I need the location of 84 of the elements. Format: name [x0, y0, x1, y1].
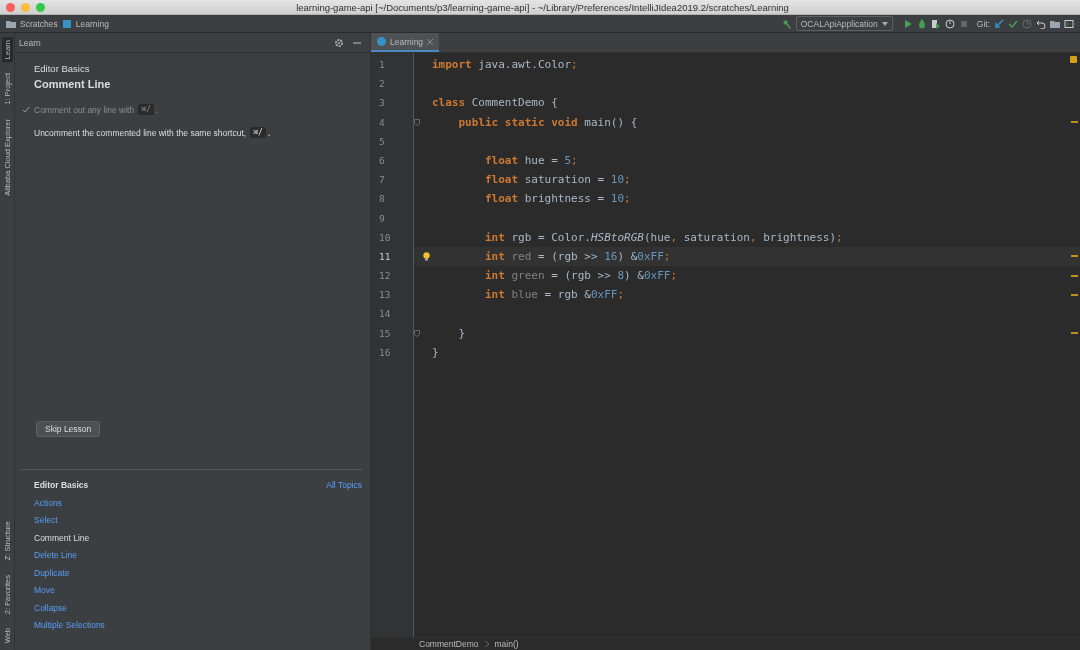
line-number: 12 [378, 269, 392, 284]
lesson-link[interactable]: Select [34, 515, 58, 525]
line-number: 16 [378, 345, 392, 360]
line-number: 10 [378, 230, 392, 245]
line-number: 8 [378, 192, 386, 207]
lesson-link[interactable]: Move [34, 585, 55, 595]
line-number: 9 [378, 211, 386, 226]
folder-icon[interactable] [6, 18, 16, 29]
warning-marker[interactable] [1071, 274, 1078, 277]
profiler-icon[interactable] [944, 18, 955, 29]
breadcrumb[interactable]: main() [494, 639, 519, 649]
breadcrumb[interactable]: Scratches [20, 18, 58, 29]
lesson-link[interactable]: Delete Line [34, 550, 77, 560]
lesson-link[interactable]: Multiple Selections [34, 620, 105, 630]
code-line: public static void main() { [457, 115, 639, 129]
tab-label: Learning [390, 36, 424, 47]
code-line: class CommentDemo { [432, 96, 559, 110]
warning-marker[interactable] [1071, 255, 1078, 258]
git-label: Git: [976, 18, 990, 29]
breadcrumb[interactable]: Learning [75, 18, 109, 29]
line-number: 14 [378, 307, 392, 322]
warning-marker[interactable] [1071, 293, 1078, 296]
fold-icon[interactable] [414, 329, 420, 337]
line-number: 13 [378, 288, 392, 303]
code-line: float hue = 5; [483, 154, 579, 168]
close-button[interactable] [6, 2, 15, 12]
run-icon[interactable] [902, 18, 913, 29]
lesson-link[interactable]: Comment Line [34, 532, 90, 543]
class-icon [377, 37, 386, 46]
chevron-icon [484, 641, 489, 647]
hammer-icon[interactable] [781, 18, 792, 29]
window-title: learning-game-api [~/Documents/p3/learning-game-api] - ~/Library/Preferences/IntelliJIdea2019.2/scratches/Learning [295, 1, 790, 13]
task-text: Uncomment the commented line with the same shortcut, [34, 127, 247, 138]
code-line: } [457, 326, 467, 340]
line-number: 2 [378, 77, 386, 92]
line-number: 5 [378, 134, 386, 149]
line-number: 15 [378, 326, 392, 341]
warning-marker[interactable] [1071, 121, 1078, 124]
line-number: 6 [378, 153, 386, 168]
shortcut-key: ⌘/ [250, 127, 266, 138]
close-icon[interactable] [427, 38, 434, 45]
warning-marker[interactable] [1071, 332, 1078, 335]
code-line: } [432, 345, 440, 359]
code-line: int red = (rgb >> 16) &0xFF; [483, 249, 672, 263]
task-text: . [155, 104, 159, 115]
settings-icon[interactable] [334, 37, 344, 48]
line-number: 11 [378, 249, 392, 264]
panel-title: Learn [19, 37, 42, 48]
task-text: . [267, 127, 271, 138]
task-text: Comment out any line with [34, 104, 135, 115]
check-icon[interactable] [1008, 18, 1018, 29]
shortcut-key: ⌘/ [138, 104, 154, 115]
lesson-link[interactable]: Actions [34, 497, 62, 508]
bug-icon[interactable] [916, 18, 927, 29]
window-icon[interactable] [1064, 18, 1074, 29]
module-title: Editor Basics [34, 63, 91, 74]
skip-lesson-button[interactable]: Skip Lesson [36, 421, 101, 437]
line-number: 1 [378, 58, 386, 72]
lesson-link[interactable]: Collapse [34, 602, 68, 613]
run-config-dropdown[interactable]: OCALApiApplication [795, 16, 893, 31]
coverage-icon[interactable] [930, 18, 941, 29]
undo-icon[interactable] [1036, 18, 1046, 29]
code-line: int rgb = Color.HSBtoRGB(hue, saturation, brightness); [483, 230, 844, 244]
line-number: 7 [378, 173, 386, 188]
caret-icon [881, 21, 888, 26]
lesson-link[interactable]: Duplicate [34, 567, 70, 578]
zoom-button[interactable] [36, 2, 45, 12]
folder-icon[interactable] [1050, 18, 1060, 29]
fold-icon[interactable] [414, 118, 420, 126]
code-line: int green = (rgb >> 8) &0xFF; [483, 269, 679, 283]
lesson-title: Comment Line [34, 78, 112, 90]
code-line: float brightness = 10; [483, 192, 632, 206]
editor-tab[interactable]: Learning [371, 33, 440, 52]
code-line: float saturation = 10; [483, 173, 632, 187]
lightbulb-icon[interactable] [422, 251, 430, 261]
arrow-icon[interactable] [994, 18, 1004, 29]
line-number: 3 [378, 96, 386, 111]
file-icon[interactable] [61, 18, 72, 29]
lessons-heading: Editor Basics [34, 480, 89, 490]
all-topics-link[interactable]: All Topics [326, 480, 362, 490]
code-line: import java.awt.Color; [432, 58, 579, 72]
code-line: int blue = rgb &0xFF; [483, 288, 626, 302]
line-number: 4 [378, 115, 386, 130]
breadcrumb[interactable]: CommentDemo [419, 639, 479, 649]
